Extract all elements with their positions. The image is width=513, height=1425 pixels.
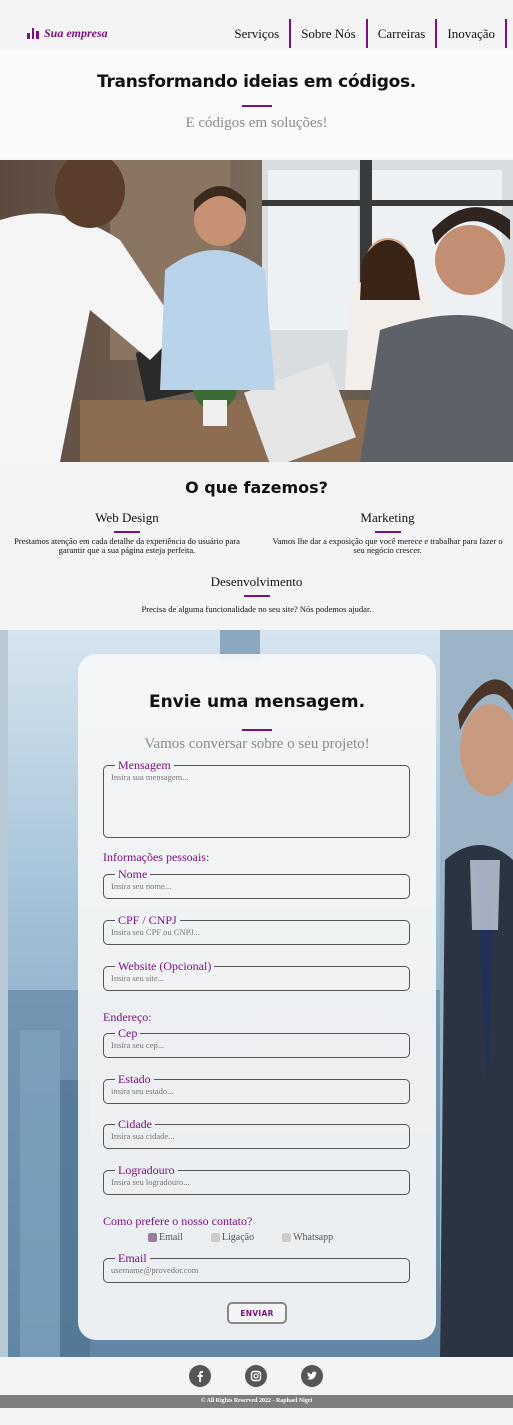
website-field[interactable]: Website (Opcional) Insira seu site... (103, 959, 410, 991)
name-field[interactable]: Nome Insira seu nome... (103, 867, 410, 899)
checkbox-icon (210, 1233, 220, 1242)
document-placeholder: Insira seu CPF ou CNPJ... (111, 927, 201, 937)
service-desc: Vamos lhe dar a exposição que você merec… (272, 536, 503, 555)
hero-section: Transformando ideias em códigos. E códig… (0, 50, 513, 158)
pref-ligacao-checkbox[interactable]: Ligação (210, 1232, 255, 1243)
city-placeholder: Insira sua cidade... (111, 1131, 175, 1141)
facebook-icon[interactable] (189, 1365, 211, 1387)
send-button[interactable]: ENVIAR (227, 1302, 287, 1324)
footer: © All Rights Reserved 2022 - Raphael Nig… (0, 1357, 513, 1425)
email-field[interactable]: Email username@provedor.com (103, 1251, 410, 1283)
service-name: Web Design (95, 510, 159, 525)
service-desc: Prestamos atenção em cada detalhe da exp… (14, 536, 240, 555)
name-label: Nome (118, 867, 148, 881)
instagram-icon[interactable] (245, 1365, 267, 1387)
city-field[interactable]: Cidade Insira sua cidade... (103, 1117, 410, 1149)
services-section: O que fazemos? Web Design Prestamos aten… (0, 462, 513, 630)
cep-placeholder: Insira seu cep... (111, 1040, 165, 1050)
contact-title: Envie uma mensagem. (148, 692, 366, 712)
street-placeholder: Insira seu logradouro... (111, 1177, 190, 1187)
top-navbar: Sua empresa Serviços Sobre Nós Carreiras… (17, 19, 507, 48)
name-placeholder: Insira seu nome... (111, 881, 172, 891)
divider (243, 595, 270, 597)
website-label: Website (Opcional) (118, 959, 212, 973)
service-name: Desenvolvimento (210, 574, 303, 589)
pref-whatsapp-checkbox[interactable]: Whatsapp (282, 1232, 333, 1243)
brand-name: Sua empresa (44, 26, 108, 40)
divider (242, 729, 272, 731)
message-placeholder: Insira sua mensagem... (111, 772, 189, 782)
checkbox-icon (282, 1233, 292, 1242)
team-meeting-photo (0, 160, 513, 462)
nav-link-inovacao[interactable]: Inovação (437, 19, 507, 48)
street-label: Logradouro (118, 1163, 175, 1177)
service-marketing: Marketing Vamos lhe dar a exposição que … (265, 510, 510, 555)
pref-email-label: Email (159, 1232, 183, 1243)
pref-whatsapp-label: Whatsapp (293, 1232, 334, 1243)
service-desenvolvimento: Desenvolvimento Precisa de alguma funcio… (0, 574, 513, 614)
document-field[interactable]: CPF / CNPJ Insira seu CPF ou CNPJ... (103, 913, 410, 945)
social-links (189, 1365, 323, 1387)
contact-form-card: Envie uma mensagem. Vamos conversar sobr… (78, 654, 436, 1340)
state-label: Estado (118, 1072, 151, 1086)
nav-link-sobre-nos[interactable]: Sobre Nós (291, 19, 368, 48)
service-desc: Precisa de alguma funcionalidade no seu … (141, 604, 372, 614)
personal-info-label: Informações pessoais: (103, 850, 210, 864)
street-field[interactable]: Logradouro Insira seu logradouro... (103, 1163, 410, 1195)
cep-label: Cep (118, 1026, 138, 1040)
pref-email-checkbox[interactable]: Email (148, 1232, 183, 1243)
nav-link-servicos[interactable]: Serviços (224, 19, 292, 48)
service-web-design: Web Design Prestamos atenção em cada det… (2, 510, 252, 555)
state-placeholder: insira seu estado... (111, 1086, 174, 1096)
website-placeholder: Insira seu site... (111, 973, 165, 983)
hero-subtitle: E códigos em soluções! (185, 115, 328, 131)
divider (241, 105, 272, 107)
contact-section: Envie uma mensagem. Vamos conversar sobr… (0, 630, 513, 1357)
pref-ligacao-label: Ligação (221, 1232, 255, 1243)
address-label: Endereço: (103, 1010, 152, 1024)
city-label: Cidade (118, 1117, 152, 1131)
contact-preference-label: Como prefere o nosso contato? (103, 1214, 253, 1228)
bar-chart-icon (27, 28, 39, 39)
message-label: Mensagem (118, 758, 171, 772)
document-label: CPF / CNPJ (118, 913, 177, 927)
twitter-icon[interactable] (301, 1365, 323, 1387)
copyright-text: All Rights Reserved 2022 - Raphael Nigri (206, 1398, 313, 1404)
cep-field[interactable]: Cep Insira seu cep... (103, 1026, 410, 1058)
service-name: Marketing (360, 510, 415, 525)
contact-subtitle: Vamos conversar sobre o seu projeto! (144, 736, 370, 752)
brand-logo[interactable]: Sua empresa (27, 26, 223, 41)
contact-preference-options: Email Ligação Whatsapp (148, 1232, 361, 1243)
copyright-bar: © All Rights Reserved 2022 - Raphael Nig… (0, 1395, 513, 1408)
divider (374, 531, 401, 533)
state-field[interactable]: Estado insira seu estado... (103, 1072, 410, 1104)
checkbox-checked-icon (148, 1233, 157, 1242)
divider (114, 531, 140, 533)
services-title: O que fazemos? (185, 478, 328, 497)
nav-link-carreiras[interactable]: Carreiras (368, 19, 438, 48)
email-placeholder: username@provedor.com (111, 1265, 199, 1275)
message-field[interactable]: Mensagem Insira sua mensagem... (103, 758, 410, 838)
hero-title: Transformando ideias em códigos. (97, 72, 416, 92)
email-label: Email (118, 1251, 147, 1265)
